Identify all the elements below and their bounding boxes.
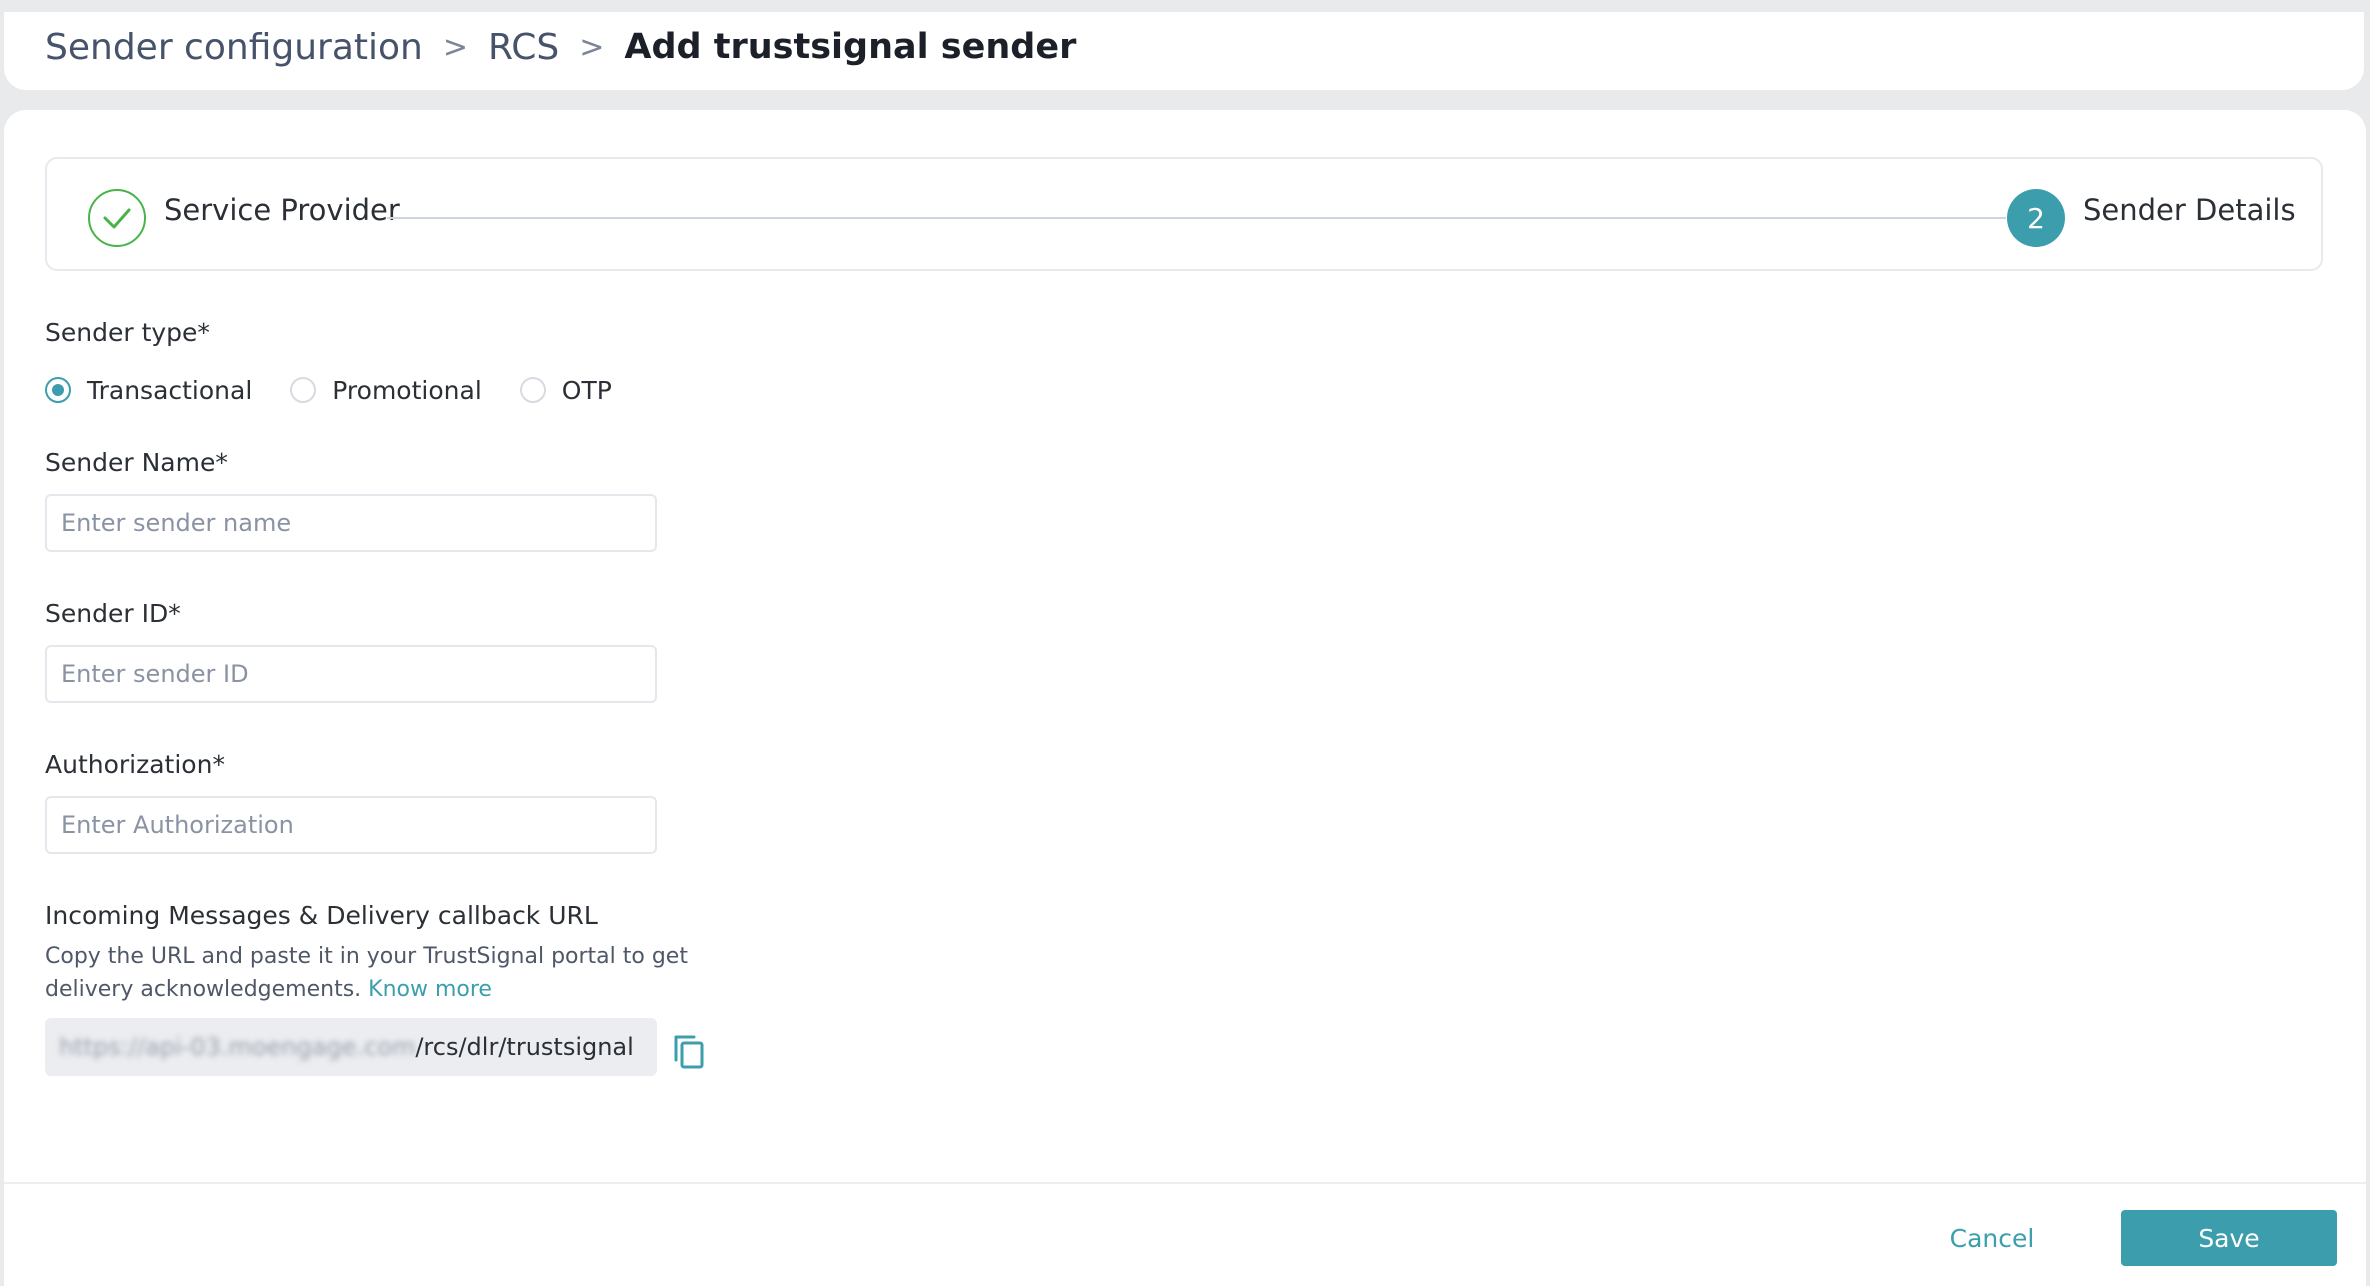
radio-label: Promotional: [332, 375, 482, 405]
radio-otp[interactable]: OTP: [519, 375, 612, 405]
breadcrumb-separator: >: [442, 29, 468, 65]
form-card: Service Provider 2 Sender Details Sender…: [4, 110, 2366, 1286]
authorization-input[interactable]: [45, 796, 657, 854]
step-sender-details: Sender Details: [2083, 193, 2296, 227]
radio-button[interactable]: [290, 377, 317, 403]
radio-button[interactable]: [519, 377, 546, 403]
sender-type-label: Sender type*: [45, 318, 210, 347]
breadcrumb-rcs[interactable]: RCS: [488, 27, 559, 68]
radio-button-checked[interactable]: [45, 377, 71, 403]
breadcrumb: Sender configuration > RCS > Add trustsi…: [45, 18, 1076, 76]
callback-url-masked: https://api-03.moengage.com: [59, 1033, 416, 1061]
sender-name-input[interactable]: [45, 494, 657, 552]
authorization-label: Authorization*: [45, 750, 225, 779]
save-button[interactable]: Save: [2121, 1210, 2337, 1266]
sender-name-label: Sender Name*: [45, 448, 228, 477]
page-header: Sender configuration > RCS > Add trustsi…: [4, 12, 2364, 90]
radio-label: Transactional: [87, 375, 253, 405]
footer-divider: [4, 1182, 2366, 1184]
callback-url-label: Incoming Messages & Delivery callback UR…: [45, 901, 598, 930]
check-icon: [88, 189, 146, 247]
radio-label: OTP: [561, 375, 612, 405]
page-title: Add trustsignal sender: [624, 27, 1077, 67]
stepper: Service Provider 2 Sender Details: [45, 157, 2323, 271]
sender-type-radio-group: Transactional Promotional OTP: [45, 370, 650, 410]
breadcrumb-sender-configuration[interactable]: Sender configuration: [45, 27, 423, 68]
breadcrumb-separator: >: [579, 29, 605, 65]
callback-help-text: Copy the URL and paste it in your TrustS…: [45, 940, 765, 1006]
callback-url-field: https://api-03.moengage.com /rcs/dlr/tru…: [45, 1018, 657, 1076]
radio-transactional[interactable]: Transactional: [45, 376, 252, 405]
stepper-connector: [387, 217, 2006, 219]
copy-icon-svg: [674, 1035, 704, 1069]
callback-help-copy: Copy the URL and paste it in your TrustS…: [45, 944, 688, 1002]
page: Sender configuration > RCS > Add trustsi…: [0, 0, 2370, 1286]
know-more-link[interactable]: Know more: [368, 977, 492, 1002]
step-service-provider: Service Provider: [164, 193, 400, 227]
check-icon-svg: [103, 208, 131, 229]
cancel-button[interactable]: Cancel: [1942, 1210, 2042, 1266]
step-number-badge: 2: [2007, 189, 2065, 247]
radio-promotional[interactable]: Promotional: [290, 375, 482, 405]
callback-url-path: /rcs/dlr/trustsignal: [415, 1033, 634, 1061]
sender-id-label: Sender ID*: [45, 599, 181, 628]
copy-icon[interactable]: [672, 1034, 706, 1070]
sender-id-input[interactable]: [45, 645, 657, 703]
